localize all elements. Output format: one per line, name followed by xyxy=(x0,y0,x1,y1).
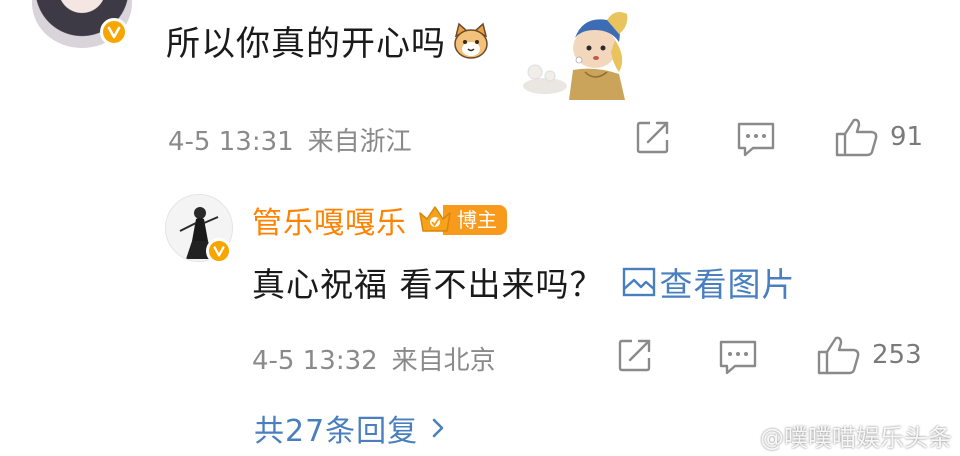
comment-icon xyxy=(719,340,757,375)
crown-icon xyxy=(419,206,451,232)
share-icon xyxy=(618,339,651,372)
reply-header: 管乐嘎嘎乐 博主 xyxy=(252,198,507,242)
comment-timestamp: 4-5 13:31 xyxy=(168,127,294,157)
image-icon xyxy=(622,267,655,297)
chevron-right-icon xyxy=(432,418,444,438)
view-image-link[interactable]: 查看图片 xyxy=(622,258,796,306)
more-replies-link[interactable]: 共27条回复 xyxy=(254,406,448,450)
reply-location: 来自北京 xyxy=(391,346,496,376)
repost-button[interactable] xyxy=(634,118,672,156)
cat-emoji-icon xyxy=(454,22,488,59)
watermark-text: @噗噗喵娱乐头条 xyxy=(760,424,952,452)
reply-like-button[interactable]: 253 xyxy=(816,334,922,376)
thumbs-up-icon xyxy=(835,118,878,157)
reply-comment-button[interactable] xyxy=(718,338,758,376)
reply-timestamp: 4-5 13:32 xyxy=(252,346,378,376)
reply-meta: 4-5 13:32 来自北京 xyxy=(252,340,496,377)
share-icon xyxy=(636,121,669,154)
verified-v-icon xyxy=(107,26,121,39)
comment-body: 所以你真的开心吗 xyxy=(166,16,492,65)
like-count: 91 xyxy=(890,122,924,152)
more-replies-label: 共27条回复 xyxy=(254,414,419,449)
replier-username[interactable]: 管乐嘎嘎乐 xyxy=(252,198,407,242)
verified-badge xyxy=(100,18,128,46)
comment-meta: 4-5 13:31 来自浙江 xyxy=(168,121,412,158)
verified-badge xyxy=(206,238,232,264)
like-button[interactable]: 91 xyxy=(834,116,923,158)
verified-v-icon xyxy=(213,246,225,257)
comment-text: 所以你真的开心吗 xyxy=(166,24,446,64)
sticker-image xyxy=(523,12,628,100)
view-image-label: 查看图片 xyxy=(659,265,796,304)
thumbs-up-icon xyxy=(817,336,860,375)
reply-text: 真心祝福 看不出来吗？ xyxy=(252,265,604,304)
weibo-logo-icon xyxy=(727,426,754,447)
reply-like-count: 253 xyxy=(872,340,922,370)
comment-button[interactable] xyxy=(736,120,776,158)
comment-location: 来自浙江 xyxy=(307,127,412,157)
reply-body: 真心祝福 看不出来吗？ 查看图片 xyxy=(252,258,796,306)
reply-repost-button[interactable] xyxy=(616,336,654,374)
watermark: @噗噗喵娱乐头条 xyxy=(726,418,952,453)
blogger-badge: 博主 xyxy=(417,202,507,238)
comment-icon xyxy=(737,122,775,157)
